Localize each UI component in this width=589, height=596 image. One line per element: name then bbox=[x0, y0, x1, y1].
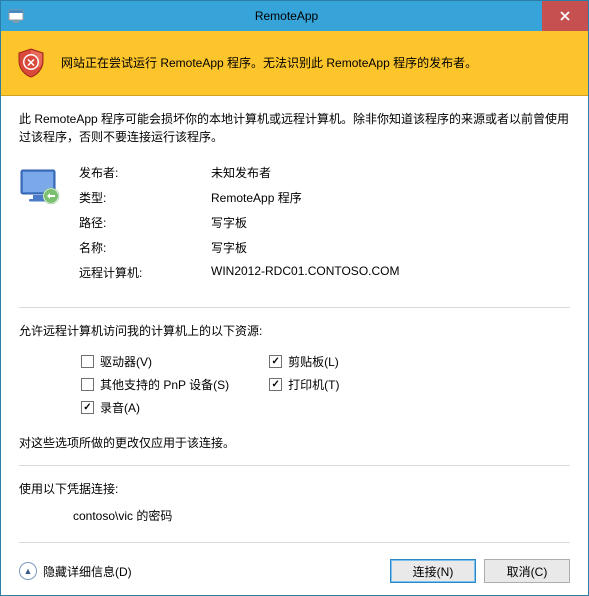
divider bbox=[19, 542, 570, 543]
checkbox-printers[interactable]: 打印机(T) bbox=[269, 376, 339, 393]
program-info: 发布者: 未知发布者 类型: RemoteApp 程序 路径: 写字板 名称: … bbox=[19, 164, 570, 289]
checkbox-audio-box[interactable] bbox=[81, 401, 94, 414]
dialog-content: 此 RemoteApp 程序可能会损坏你的本地计算机或远程计算机。除非你知道该程… bbox=[1, 96, 588, 595]
hide-details-label: 隐藏详细信息(D) bbox=[43, 563, 132, 580]
resources-intro: 允许远程计算机访问我的计算机上的以下资源: bbox=[19, 322, 570, 339]
divider bbox=[19, 465, 570, 466]
checkbox-printers-box[interactable] bbox=[269, 378, 282, 391]
app-icon bbox=[1, 1, 31, 31]
checkbox-audio-label: 录音(A) bbox=[100, 399, 140, 416]
publisher-row: 发布者: 未知发布者 bbox=[79, 164, 570, 181]
checkbox-drives-box[interactable] bbox=[81, 355, 94, 368]
type-value: RemoteApp 程序 bbox=[211, 189, 570, 206]
apply-note: 对这些选项所做的更改仅应用于该连接。 bbox=[19, 434, 570, 451]
name-row: 名称: 写字板 bbox=[79, 239, 570, 256]
window-title: RemoteApp bbox=[31, 1, 542, 31]
publisher-value: 未知发布者 bbox=[211, 164, 570, 181]
checkbox-clipboard-label: 剪贴板(L) bbox=[288, 353, 339, 370]
checkbox-pnp-label: 其他支持的 PnP 设备(S) bbox=[100, 376, 229, 393]
hide-details-toggle[interactable]: ▲ 隐藏详细信息(D) bbox=[19, 562, 382, 580]
connect-button[interactable]: 连接(N) bbox=[390, 559, 476, 583]
publisher-label: 发布者: bbox=[79, 164, 211, 181]
path-label: 路径: bbox=[79, 214, 211, 231]
warning-banner: ✕ 网站正在尝试运行 RemoteApp 程序。无法识别此 RemoteApp … bbox=[1, 31, 588, 96]
divider bbox=[19, 307, 570, 308]
credentials-value: contoso\vic 的密码 bbox=[19, 507, 570, 524]
close-button[interactable] bbox=[542, 1, 588, 31]
checkbox-drives[interactable]: 驱动器(V) bbox=[81, 353, 229, 370]
shield-warning-icon: ✕ bbox=[15, 47, 47, 79]
type-label: 类型: bbox=[79, 189, 211, 206]
titlebar: RemoteApp bbox=[1, 1, 588, 31]
checkbox-col-right: 剪贴板(L) 打印机(T) bbox=[269, 353, 339, 416]
checkbox-printers-label: 打印机(T) bbox=[288, 376, 339, 393]
path-value: 写字板 bbox=[211, 214, 570, 231]
dialog-footer: ▲ 隐藏详细信息(D) 连接(N) 取消(C) bbox=[19, 553, 570, 583]
resources-checkboxes: 驱动器(V) 其他支持的 PnP 设备(S) 录音(A) 剪贴板(L) bbox=[19, 353, 570, 416]
checkbox-drives-label: 驱动器(V) bbox=[100, 353, 152, 370]
name-value: 写字板 bbox=[211, 239, 570, 256]
chevron-up-icon: ▲ bbox=[19, 562, 37, 580]
checkbox-pnp[interactable]: 其他支持的 PnP 设备(S) bbox=[81, 376, 229, 393]
svg-text:✕: ✕ bbox=[26, 58, 35, 70]
remoteapp-dialog: RemoteApp ✕ 网站正在尝试运行 RemoteApp 程序。无法识别此 … bbox=[0, 0, 589, 596]
checkbox-clipboard[interactable]: 剪贴板(L) bbox=[269, 353, 339, 370]
credentials-intro: 使用以下凭据连接: bbox=[19, 480, 570, 497]
checkbox-audio[interactable]: 录音(A) bbox=[81, 399, 229, 416]
monitor-icon bbox=[19, 164, 61, 289]
remote-computer-row: 远程计算机: WIN2012-RDC01.CONTOSO.COM bbox=[79, 264, 570, 281]
info-table: 发布者: 未知发布者 类型: RemoteApp 程序 路径: 写字板 名称: … bbox=[79, 164, 570, 289]
checkbox-clipboard-box[interactable] bbox=[269, 355, 282, 368]
name-label: 名称: bbox=[79, 239, 211, 256]
warning-message: 网站正在尝试运行 RemoteApp 程序。无法识别此 RemoteApp 程序… bbox=[61, 55, 477, 72]
path-row: 路径: 写字板 bbox=[79, 214, 570, 231]
checkbox-pnp-box[interactable] bbox=[81, 378, 94, 391]
remote-computer-value: WIN2012-RDC01.CONTOSO.COM bbox=[211, 264, 570, 281]
remote-computer-label: 远程计算机: bbox=[79, 264, 211, 281]
description-text: 此 RemoteApp 程序可能会损坏你的本地计算机或远程计算机。除非你知道该程… bbox=[19, 110, 570, 146]
cancel-button[interactable]: 取消(C) bbox=[484, 559, 570, 583]
checkbox-col-left: 驱动器(V) 其他支持的 PnP 设备(S) 录音(A) bbox=[81, 353, 229, 416]
type-row: 类型: RemoteApp 程序 bbox=[79, 189, 570, 206]
